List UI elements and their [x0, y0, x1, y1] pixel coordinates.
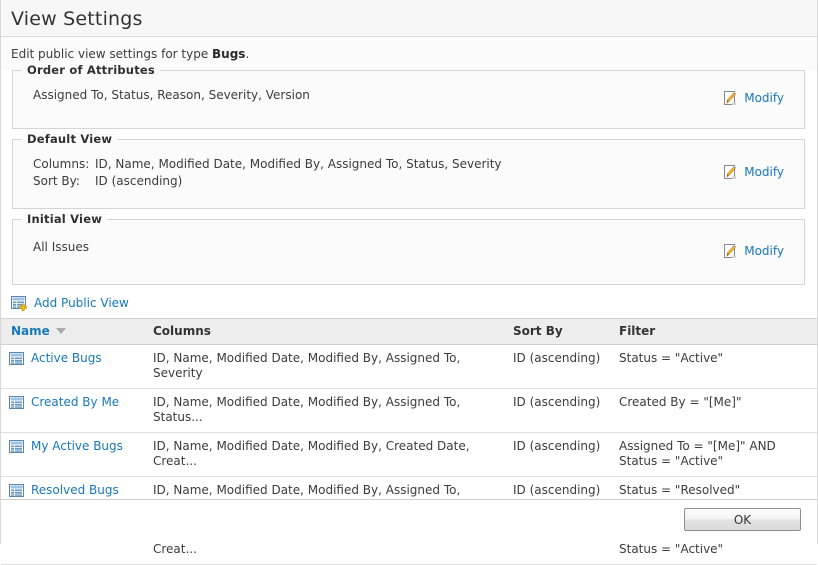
grid-add-icon [11, 295, 27, 311]
pencil-edit-icon [722, 243, 738, 259]
section-body-default-view: Columns: ID, Name, Modified Date, Modifi… [22, 144, 795, 201]
cell-filter: Created By = "[Me]" [609, 389, 817, 433]
cell-filter: Status = "Active" [609, 345, 817, 389]
cell-filter: Assigned To = "[Me]" AND Status = "Activ… [609, 433, 817, 477]
descending-caret-icon [56, 328, 66, 334]
subtitle-suffix: . [245, 47, 249, 61]
cell-name: Created By Me [1, 389, 143, 433]
page-title: View Settings [11, 8, 817, 30]
section-default-view: Default View Columns: ID, Name, Modified… [12, 139, 805, 210]
add-public-view-label: Add Public View [34, 296, 129, 310]
grid-view-icon [9, 395, 25, 411]
column-header-filter[interactable]: Filter [609, 319, 817, 345]
column-header-name[interactable]: Name [1, 319, 143, 345]
pencil-edit-icon [722, 90, 738, 106]
modify-order-of-attributes-label: Modify [744, 91, 784, 105]
modify-default-view-label: Modify [744, 165, 784, 179]
cell-columns: ID, Name, Modified Date, Modified By, Cr… [143, 433, 503, 477]
default-view-sortby-value: ID (ascending) [95, 173, 182, 190]
column-header-sort-by[interactable]: Sort By [503, 319, 609, 345]
default-view-sortby-row: Sort By: ID (ascending) [33, 173, 785, 190]
cell-name: Active Bugs [1, 345, 143, 389]
cell-sort-by: ID (ascending) [503, 433, 609, 477]
modify-order-of-attributes-link[interactable]: Modify [722, 90, 784, 106]
pencil-edit-icon [722, 164, 738, 180]
default-view-columns-row: Columns: ID, Name, Modified Date, Modifi… [33, 156, 785, 173]
subtitle-prefix: Edit public view settings for type [11, 47, 212, 61]
order-of-attributes-value: Assigned To, Status, Reason, Severity, V… [33, 87, 785, 104]
page-header: View Settings [1, 0, 817, 37]
modify-initial-view-label: Modify [744, 244, 784, 258]
section-initial-view: Initial View All Issues Modify [12, 219, 805, 285]
grid-view-icon [9, 483, 25, 499]
add-public-view-link[interactable]: Add Public View [11, 295, 129, 311]
sort-by-name-link[interactable]: Name [11, 324, 66, 338]
cell-columns: ID, Name, Modified Date, Modified By, As… [143, 389, 503, 433]
section-body-order-of-attributes: Assigned To, Status, Reason, Severity, V… [22, 75, 795, 120]
table-row: Active Bugs ID, Name, Modified Date, Modi… [1, 345, 817, 389]
default-view-sortby-label: Sort By: [33, 173, 95, 190]
view-name-link[interactable]: Created By Me [31, 395, 119, 410]
column-header-name-label: Name [11, 324, 50, 338]
table-row: My Active Bugs ID, Name, Modified Date, M… [1, 433, 817, 477]
subtitle-type: Bugs [212, 47, 245, 61]
view-settings-page: View Settings Edit public view settings … [0, 0, 818, 544]
table-row: Created By Me ID, Name, Modified Date, Mo… [1, 389, 817, 433]
column-header-columns[interactable]: Columns [143, 319, 503, 345]
ok-button[interactable]: OK [684, 508, 801, 531]
table-header-row: Name Columns Sort By Filter [1, 319, 817, 345]
initial-view-value: All Issues [33, 239, 785, 256]
dialog-footer: OK [1, 499, 817, 544]
view-name-link[interactable]: Active Bugs [31, 351, 102, 366]
section-body-initial-view: All Issues Modify [22, 225, 795, 277]
cell-name: My Active Bugs [1, 433, 143, 477]
cell-sort-by: ID (ascending) [503, 389, 609, 433]
modify-default-view-link[interactable]: Modify [722, 164, 784, 180]
view-name-link[interactable]: My Active Bugs [31, 439, 123, 454]
view-name-link[interactable]: Resolved Bugs [31, 483, 119, 498]
default-view-columns-label: Columns: [33, 156, 95, 173]
grid-view-icon [9, 351, 25, 367]
cell-columns: ID, Name, Modified Date, Modified By, As… [143, 345, 503, 389]
cell-sort-by: ID (ascending) [503, 345, 609, 389]
table-head: Name Columns Sort By Filter [1, 319, 817, 345]
default-view-columns-value: ID, Name, Modified Date, Modified By, As… [95, 156, 502, 173]
section-order-of-attributes: Order of Attributes Assigned To, Status,… [12, 70, 805, 129]
grid-view-icon [9, 439, 25, 455]
modify-initial-view-link[interactable]: Modify [722, 243, 784, 259]
